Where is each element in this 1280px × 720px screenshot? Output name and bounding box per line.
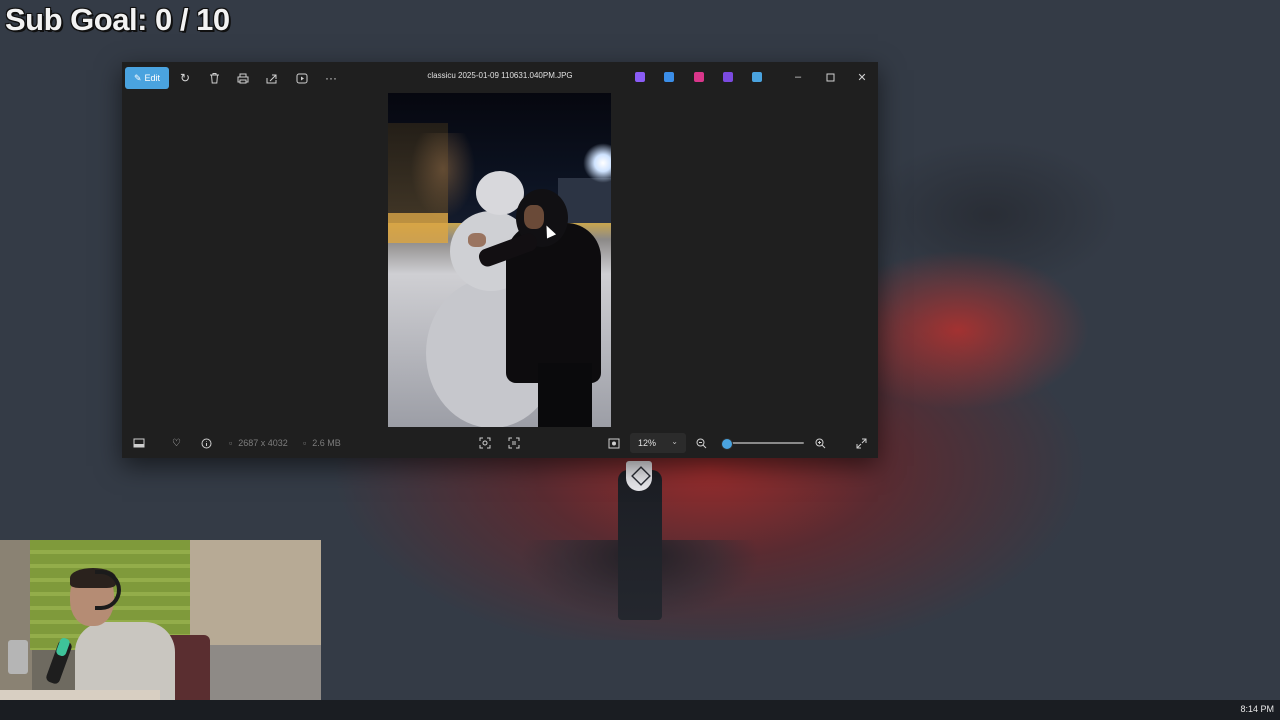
info-icon (201, 438, 212, 448)
fit-icon (608, 438, 620, 448)
wallpaper-red-glow-right (870, 250, 1090, 410)
fit-to-window-button[interactable] (608, 436, 620, 450)
webcam-cup (8, 640, 28, 674)
printer-icon (237, 73, 249, 83)
photo-person-face (524, 205, 544, 229)
clipchamp-icon[interactable] (723, 72, 733, 82)
dimensions-icon: ▫ (229, 438, 233, 448)
edit-button[interactable]: ✎ Edit (125, 67, 169, 89)
maximize-button[interactable] (820, 67, 840, 87)
visual-search-icon (479, 437, 491, 449)
chevron-down-icon: ⌄ (671, 437, 678, 446)
onedrive-icon[interactable] (752, 72, 762, 82)
minimize-icon: – (794, 71, 802, 83)
filmstrip-icon (133, 438, 145, 448)
photo-tree (408, 133, 478, 223)
ocr-button[interactable] (508, 436, 520, 450)
zoom-slider-thumb[interactable] (721, 438, 734, 450)
zoom-slider[interactable] (721, 438, 804, 450)
crop-button[interactable] (479, 436, 491, 450)
print-button[interactable] (232, 67, 254, 89)
rotate-icon: ↻ (179, 71, 191, 85)
file-name-title: classicu 2025-01-09 110631.040PM.JPG (427, 71, 573, 80)
image-creator-icon[interactable] (664, 72, 674, 82)
photo-canvas[interactable] (388, 93, 611, 427)
title-bar: ✎ Edit ↻ ··· classicu 2025-01-09 110631.… (122, 62, 878, 92)
zoom-in-button[interactable] (815, 436, 826, 450)
heart-icon: ♡ (172, 437, 181, 449)
zoom-out-button[interactable] (696, 436, 707, 450)
more-icon: ··· (325, 71, 337, 85)
delete-button[interactable] (203, 67, 225, 89)
photo-person-legs (538, 363, 592, 427)
sub-goal-overlay: Sub Goal: 0 / 10 (5, 2, 230, 37)
file-size-icon: ▫ (303, 438, 307, 448)
rotate-button[interactable]: ↻ (174, 67, 196, 89)
photos-window: ✎ Edit ↻ ··· classicu 2025-01-09 110631.… (122, 62, 878, 458)
more-options-button[interactable]: ··· (320, 67, 342, 89)
minimize-button[interactable]: – (788, 67, 808, 87)
edit-icon: ✎ (133, 72, 142, 83)
file-size: ▫ 2.6 MB (303, 436, 341, 450)
filmstrip-button[interactable] (133, 436, 145, 450)
zoom-level-text: 12% (638, 438, 657, 448)
file-size-text: 2.6 MB (312, 438, 341, 448)
slideshow-icon (296, 73, 308, 83)
trash-icon (209, 73, 219, 84)
share-icon (266, 74, 277, 83)
share-button[interactable] (261, 67, 283, 89)
full-screen-button[interactable] (856, 436, 867, 450)
taskbar-clock[interactable]: 8:14 PM (1240, 704, 1274, 714)
zoom-out-icon (696, 438, 707, 448)
zoom-level-dropdown[interactable]: 12% ⌄ (630, 433, 686, 453)
taskbar: 8:14 PM (0, 700, 1280, 720)
expand-icon (856, 438, 867, 448)
photo-person-hand (468, 233, 486, 247)
text-scan-icon (508, 437, 520, 449)
slideshow-button[interactable] (291, 67, 313, 89)
file-info-button[interactable] (201, 436, 212, 450)
edit-label: Edit (144, 73, 161, 83)
image-dimensions: ▫ 2687 x 4032 (229, 436, 288, 450)
photo-lit-ground (388, 213, 448, 243)
designer-icon[interactable] (694, 72, 704, 82)
wallpaper-tree (618, 470, 662, 620)
zoom-in-icon (815, 438, 826, 448)
webcam-overlay (0, 540, 321, 720)
wallpaper-shield-logo (626, 461, 652, 491)
maximize-icon (826, 73, 834, 81)
close-icon: ✕ (857, 71, 867, 84)
dimensions-text: 2687 x 4032 (238, 438, 288, 448)
favorite-button[interactable]: ♡ (172, 436, 181, 450)
copilot-icon[interactable] (635, 72, 645, 82)
bottom-bar: ♡ ▫ 2687 x 4032 ▫ 2.6 MB 12% ⌄ (122, 428, 878, 458)
close-button[interactable]: ✕ (852, 67, 872, 87)
